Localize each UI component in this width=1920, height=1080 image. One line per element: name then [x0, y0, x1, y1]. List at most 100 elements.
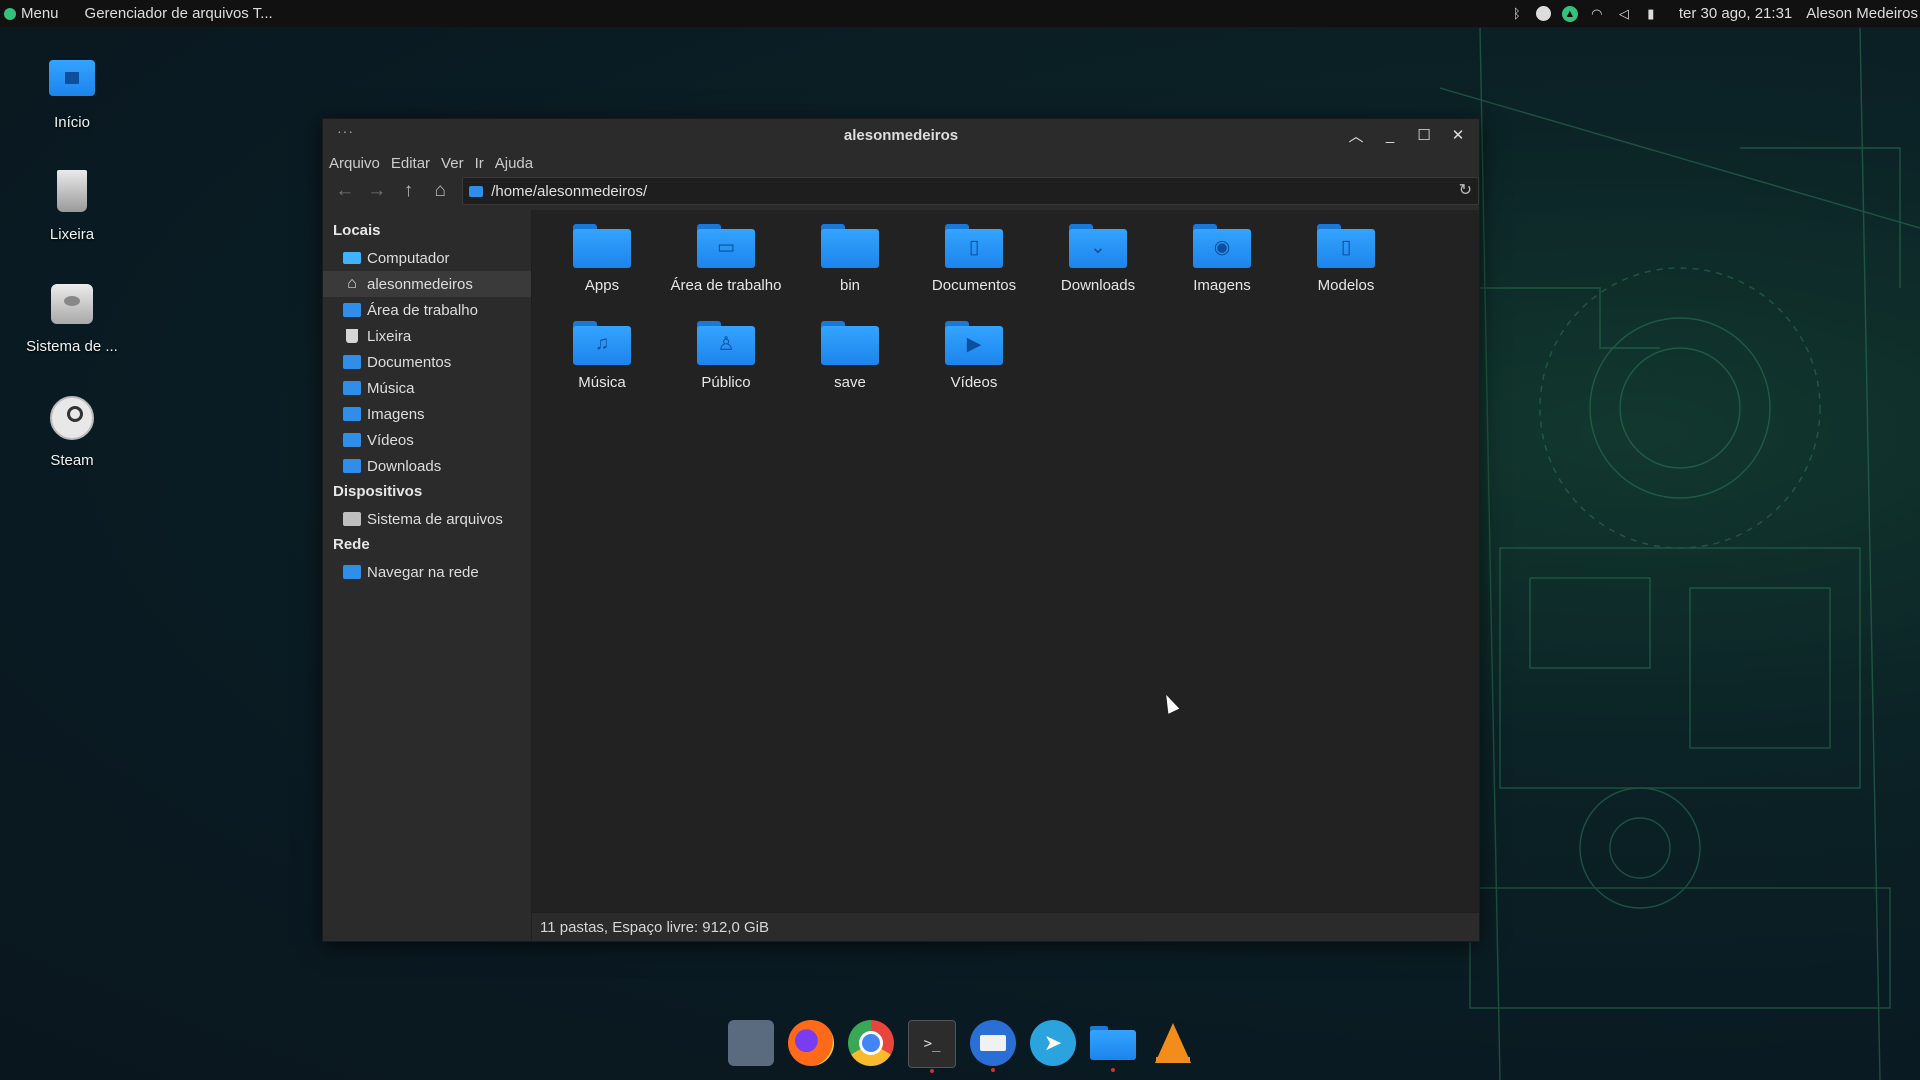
- sidebar-item-label: Documentos: [367, 353, 452, 371]
- sidebar-section-dispositivos: Dispositivos: [333, 483, 423, 500]
- folder-icon: ▯: [945, 224, 1003, 268]
- sidebar-item-imagens[interactable]: Imagens: [323, 401, 531, 427]
- file-item[interactable]: ▶ Vídeos: [912, 317, 1036, 414]
- folder-icon: [469, 185, 484, 197]
- file-item[interactable]: ♙ Público: [664, 317, 788, 414]
- file-item[interactable]: ▭ Área de trabalho: [664, 220, 788, 317]
- trash-icon: [47, 168, 97, 218]
- menubar: Arquivo Editar Ver Ir Ajuda: [323, 151, 1479, 175]
- folder-icon: [573, 224, 631, 268]
- desktop-icon-label: Steam: [50, 452, 94, 469]
- sidebar-item-lixeira[interactable]: Lixeira: [323, 323, 531, 349]
- maximize-button[interactable]: ☐: [1411, 123, 1437, 147]
- folder-icon: ♫: [573, 321, 631, 365]
- chrome-icon[interactable]: [848, 1020, 894, 1066]
- steam-icon: [47, 394, 97, 444]
- toolbar: ← → ↑ ⌂ /home/alesonmedeiros/ ↻: [323, 175, 1479, 207]
- folder-icon: [821, 321, 879, 365]
- steam-tray-icon[interactable]: [1535, 6, 1551, 21]
- files-icon[interactable]: [1090, 1020, 1136, 1072]
- file-label: bin: [839, 277, 861, 294]
- file-item[interactable]: ▯ Documentos: [912, 220, 1036, 317]
- up-button[interactable]: ↑: [395, 178, 423, 204]
- sidebar-item-navegar-na-rede[interactable]: Navegar na rede: [323, 559, 531, 585]
- sidebar-item-area-de-trabalho[interactable]: Área de trabalho: [323, 297, 531, 323]
- telegram-icon[interactable]: ➤: [1030, 1020, 1076, 1066]
- volume-icon[interactable]: ◁: [1616, 6, 1632, 22]
- folder-icon: ▶: [945, 321, 1003, 365]
- taskbar-window-button[interactable]: Gerenciador de arquivos T...: [85, 5, 273, 22]
- desktop-icon-label: Sistema de ...: [26, 338, 118, 355]
- desktop-icon-steam[interactable]: Steam: [10, 394, 134, 469]
- sidebar-item-label: alesonmedeiros: [367, 275, 473, 293]
- menu-button[interactable]: Menu: [0, 0, 63, 27]
- battery-icon[interactable]: ▮: [1643, 6, 1659, 22]
- dock: >_ ➤: [728, 1020, 1196, 1074]
- file-item[interactable]: save: [788, 317, 912, 414]
- trash-icon: [346, 329, 358, 343]
- back-button[interactable]: ←: [331, 178, 359, 204]
- folder-icon: [343, 381, 361, 395]
- titlebar[interactable]: ··· alesonmedeiros ︿ _ ☐ ✕: [323, 119, 1479, 151]
- sidebar-item-videos[interactable]: Vídeos: [323, 427, 531, 453]
- folder-icon: [343, 433, 361, 447]
- desktop-icon-lixeira[interactable]: Lixeira: [10, 168, 134, 243]
- home-button[interactable]: ⌂: [426, 178, 454, 204]
- menu-ajuda[interactable]: Ajuda: [495, 155, 533, 172]
- location-bar[interactable]: /home/alesonmedeiros/ ↻: [462, 177, 1479, 205]
- wifi-icon[interactable]: ◠: [1589, 6, 1605, 22]
- sidebar-item-documentos[interactable]: Documentos: [323, 349, 531, 375]
- running-indicator: [991, 1068, 995, 1072]
- folder-icon: [343, 355, 361, 369]
- menu-label: Menu: [21, 5, 59, 22]
- file-label: Vídeos: [950, 374, 998, 391]
- folder-emblem: ◉: [1213, 237, 1231, 258]
- home-folder-icon: [47, 56, 97, 106]
- reload-icon[interactable]: ↻: [1459, 180, 1472, 200]
- sidebar-item-computador[interactable]: Computador: [323, 245, 531, 271]
- folder-icon: ◉: [1193, 224, 1251, 268]
- file-item[interactable]: Apps: [540, 220, 664, 317]
- network-settings-icon[interactable]: [728, 1020, 774, 1066]
- system-tray: ᛒ ▲ ◠ ◁ ▮: [1509, 5, 1659, 22]
- file-label: Música: [578, 374, 626, 391]
- file-item[interactable]: ⌄ Downloads: [1036, 220, 1160, 317]
- sidebar-section-rede: Rede: [333, 536, 370, 553]
- sidebar-item-musica[interactable]: Música: [323, 375, 531, 401]
- clock[interactable]: ter 30 ago, 21:31: [1679, 5, 1792, 22]
- folder-icon: [821, 224, 879, 268]
- vlc-icon[interactable]: [1150, 1020, 1196, 1066]
- file-item[interactable]: bin: [788, 220, 912, 317]
- file-item[interactable]: ♫ Música: [540, 317, 664, 414]
- menu-editar[interactable]: Editar: [391, 155, 430, 172]
- thunderbird-icon[interactable]: [970, 1020, 1016, 1072]
- close-button[interactable]: ✕: [1445, 123, 1471, 147]
- folder-emblem: ▯: [968, 237, 980, 258]
- network-folder-icon: [343, 565, 361, 579]
- menu-ver[interactable]: Ver: [441, 155, 464, 172]
- user-menu[interactable]: Aleson Medeiros: [1806, 5, 1918, 22]
- sidebar-item-downloads[interactable]: Downloads: [323, 453, 531, 479]
- file-item[interactable]: ◉ Imagens: [1160, 220, 1284, 317]
- file-label: Modelos: [1317, 277, 1375, 294]
- location-path: /home/alesonmedeiros/: [491, 182, 648, 200]
- desktop-icon-sistema[interactable]: Sistema de ...: [10, 280, 134, 355]
- folder-icon: [343, 407, 361, 421]
- sidebar-item-home[interactable]: ⌂ alesonmedeiros: [323, 271, 531, 297]
- menu-arquivo[interactable]: Arquivo: [329, 155, 380, 172]
- shade-button[interactable]: ︿: [1343, 123, 1369, 147]
- sidebar: Locais Computador ⌂ alesonmedeiros Área d…: [323, 210, 532, 941]
- update-icon[interactable]: ▲: [1561, 5, 1578, 22]
- menu-ir[interactable]: Ir: [475, 155, 484, 172]
- minimize-button[interactable]: _: [1377, 123, 1403, 147]
- file-manager-window: ··· alesonmedeiros ︿ _ ☐ ✕ Arquivo Edita…: [322, 118, 1480, 942]
- forward-button[interactable]: →: [363, 178, 391, 204]
- file-item[interactable]: ▯ Modelos: [1284, 220, 1408, 317]
- bluetooth-icon[interactable]: ᛒ: [1509, 6, 1525, 22]
- sidebar-item-label: Lixeira: [367, 327, 412, 345]
- sidebar-item-sistema-de-arquivos[interactable]: Sistema de arquivos: [323, 506, 531, 532]
- firefox-icon[interactable]: [788, 1020, 834, 1066]
- file-view[interactable]: Apps ▭ Área de trabalho bin ▯ Documentos ⌄ Down…: [532, 210, 1479, 941]
- terminal-icon[interactable]: >_: [908, 1020, 956, 1073]
- desktop-icon-inicio[interactable]: Início: [10, 56, 134, 131]
